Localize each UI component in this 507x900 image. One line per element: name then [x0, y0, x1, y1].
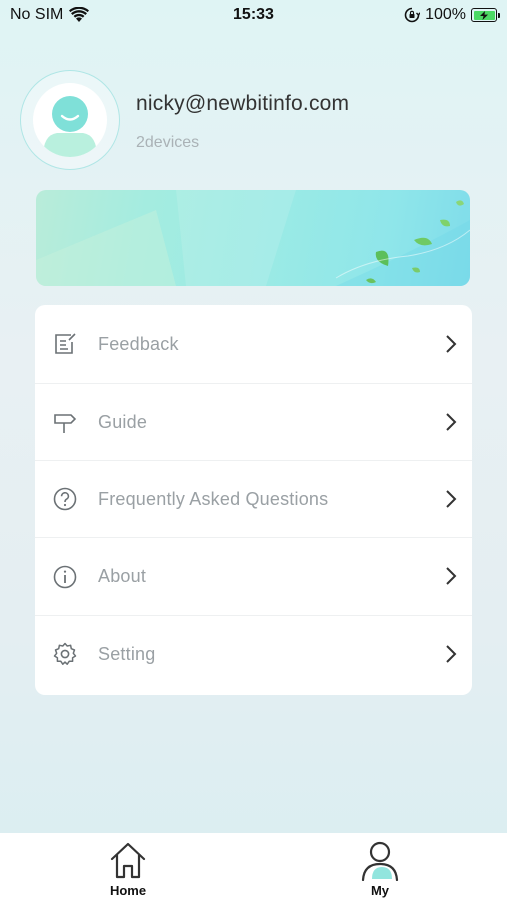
chevron-right-icon: [446, 413, 457, 431]
leaves-decoration: [36, 190, 470, 286]
menu-card: Feedback Guide Frequently Asked Question…: [35, 305, 472, 695]
tab-label: My: [370, 883, 390, 898]
tab-my[interactable]: My: [320, 833, 440, 900]
info-icon: [53, 565, 77, 589]
person-icon: [361, 841, 399, 881]
menu-item-label: About: [98, 565, 147, 586]
menu-item-faq[interactable]: Frequently Asked Questions: [35, 460, 472, 538]
battery-percent: 100%: [425, 6, 466, 23]
avatar[interactable]: [20, 70, 120, 170]
user-email: nicky@newbitinfo.com: [136, 92, 350, 115]
status-right: 100%: [404, 6, 500, 24]
chevron-right-icon: [446, 645, 457, 663]
tab-home[interactable]: Home: [68, 833, 188, 900]
menu-item-label: Setting: [98, 643, 156, 664]
menu-item-about[interactable]: About: [35, 537, 472, 615]
menu-item-guide[interactable]: Guide: [35, 383, 472, 461]
chevron-right-icon: [446, 567, 457, 585]
device-count: 2devices: [136, 134, 200, 151]
menu-item-feedback[interactable]: Feedback: [35, 305, 472, 383]
gear-icon: [53, 642, 77, 665]
menu-item-label: Feedback: [98, 333, 179, 354]
battery-icon: [471, 8, 500, 22]
avatar-image: [33, 83, 107, 157]
menu-item-label: Guide: [98, 411, 148, 432]
chevron-right-icon: [446, 490, 457, 508]
user-avatar-icon: [43, 96, 97, 157]
signpost-icon: [54, 414, 77, 433]
orientation-lock-icon: [404, 7, 421, 23]
chevron-right-icon: [446, 335, 457, 353]
home-icon: [110, 842, 146, 879]
promo-banner[interactable]: [36, 190, 470, 286]
status-bar: No SIM 15:33 100%: [0, 0, 507, 32]
feedback-icon: [55, 333, 76, 354]
menu-item-label: Frequently Asked Questions: [98, 488, 329, 509]
question-icon: [53, 487, 77, 511]
tab-bar: Home My: [0, 833, 507, 900]
menu-item-setting[interactable]: Setting: [35, 615, 472, 693]
tab-label: Home: [109, 883, 147, 898]
